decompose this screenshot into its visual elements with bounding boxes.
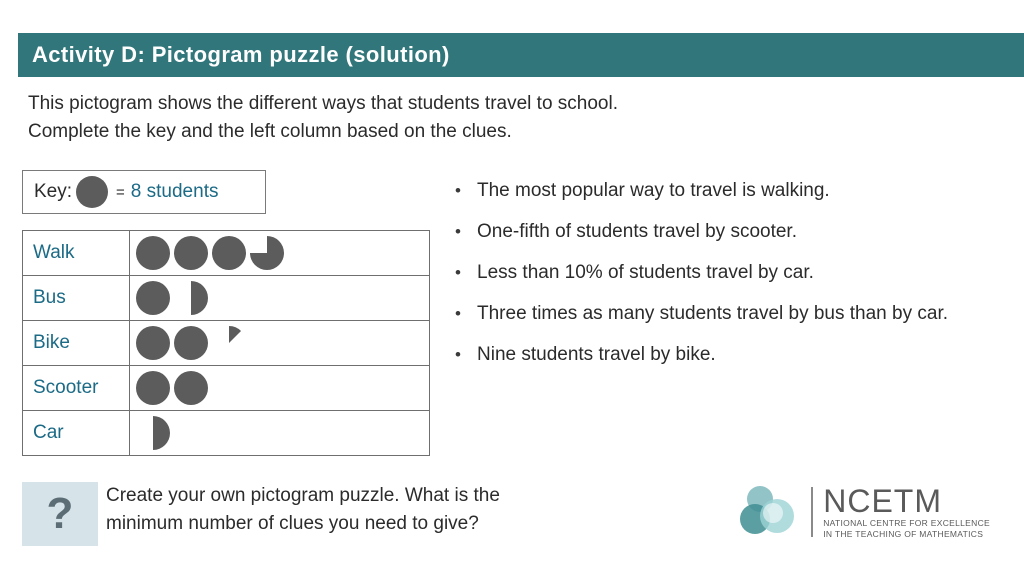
bullet-icon: • xyxy=(455,222,461,241)
pictogram-row-symbols xyxy=(129,275,430,321)
intro-line-1: This pictogram shows the different ways … xyxy=(28,93,618,114)
pictogram-symbol-full xyxy=(136,236,170,270)
pictogram-row-label: Scooter xyxy=(22,365,130,411)
pictogram-symbol-partial xyxy=(174,281,208,315)
clue-text: The most popular way to travel is walkin… xyxy=(477,180,830,201)
question-mark-glyph: ? xyxy=(46,489,74,538)
table-row: Scooter xyxy=(22,365,430,411)
question-mark-icon: ? xyxy=(22,482,98,546)
list-item: • Three times as many students travel by … xyxy=(455,301,1000,326)
table-row: Bike xyxy=(22,320,430,366)
pictogram-symbol-partial xyxy=(212,326,246,360)
bullet-icon: • xyxy=(455,181,461,200)
list-item: • One-fifth of students travel by scooter… xyxy=(455,219,1000,244)
logo-subtitle-2: IN THE TEACHING OF MATHEMATICS xyxy=(823,529,984,539)
footer-line-2: minimum number of clues you need to give… xyxy=(106,513,479,534)
list-item: • Less than 10% of students travel by car… xyxy=(455,260,1000,285)
ncetm-logo: NCETM NATIONAL CENTRE FOR EXCELLENCE IN … xyxy=(739,483,990,541)
pictogram-row-label: Walk xyxy=(22,230,130,276)
clues-list: • The most popular way to travel is walki… xyxy=(455,178,1000,383)
pictogram-row-label: Bike xyxy=(22,320,130,366)
table-row: Bus xyxy=(22,275,430,321)
pictogram-row-symbols xyxy=(129,230,430,276)
pictogram-symbol-full xyxy=(174,371,208,405)
pictogram-row-symbols xyxy=(129,320,430,366)
list-item: • Nine students travel by bike. xyxy=(455,342,1000,367)
table-row: Walk xyxy=(22,230,430,276)
logo-wordmark: NCETM NATIONAL CENTRE FOR EXCELLENCE IN … xyxy=(823,484,990,540)
pictogram-row-symbols xyxy=(129,410,430,456)
footer-task: Create your own pictogram puzzle. What i… xyxy=(106,482,666,538)
pictogram-symbol-partial xyxy=(136,416,170,450)
pictogram-row-label: Car xyxy=(22,410,130,456)
footer-line-1: Create your own pictogram puzzle. What i… xyxy=(106,485,500,506)
pictogram-symbol-full xyxy=(174,236,208,270)
key-equals: = xyxy=(116,183,125,201)
pictogram-symbol-full xyxy=(136,281,170,315)
logo-subtitle-1: NATIONAL CENTRE FOR EXCELLENCE xyxy=(823,518,990,528)
pictogram-symbol-full xyxy=(174,326,208,360)
clue-text: Nine students travel by bike. xyxy=(477,344,716,365)
key-label: Key: xyxy=(34,181,73,202)
pictogram-symbol-full xyxy=(136,371,170,405)
pictogram-symbol-full xyxy=(136,326,170,360)
pictogram-symbol-full xyxy=(212,236,246,270)
pictogram-table: Walk Bus Bike Scooter Car xyxy=(22,230,430,456)
logo-name: NCETM xyxy=(823,483,942,519)
pictogram-row-label: Bus xyxy=(22,275,130,321)
title-bar: Activity D: Pictogram puzzle (solution) xyxy=(18,33,1024,77)
intro-line-2: Complete the key and the left column bas… xyxy=(28,121,512,142)
filled-circle-icon xyxy=(76,176,109,208)
ncetm-logo-mark xyxy=(739,483,801,541)
pictogram-row-symbols xyxy=(129,365,430,411)
list-item: • The most popular way to travel is walki… xyxy=(455,178,1000,203)
bullet-icon: • xyxy=(455,304,461,323)
bullet-icon: • xyxy=(455,263,461,282)
key-box: Key: = 8 students xyxy=(22,170,266,214)
bullet-icon: • xyxy=(455,345,461,364)
table-row: Car xyxy=(22,410,430,456)
clue-text: Less than 10% of students travel by car. xyxy=(477,262,814,283)
logo-divider xyxy=(811,487,814,537)
page-title: Activity D: Pictogram puzzle (solution) xyxy=(32,42,450,67)
key-value: 8 students xyxy=(130,181,219,202)
slide: Activity D: Pictogram puzzle (solution) … xyxy=(0,0,1024,576)
clue-text: One-fifth of students travel by scooter. xyxy=(477,221,797,242)
intro-paragraph: This pictogram shows the different ways … xyxy=(28,90,808,146)
clue-text: Three times as many students travel by b… xyxy=(477,303,949,324)
pictogram-symbol-partial xyxy=(250,236,284,270)
